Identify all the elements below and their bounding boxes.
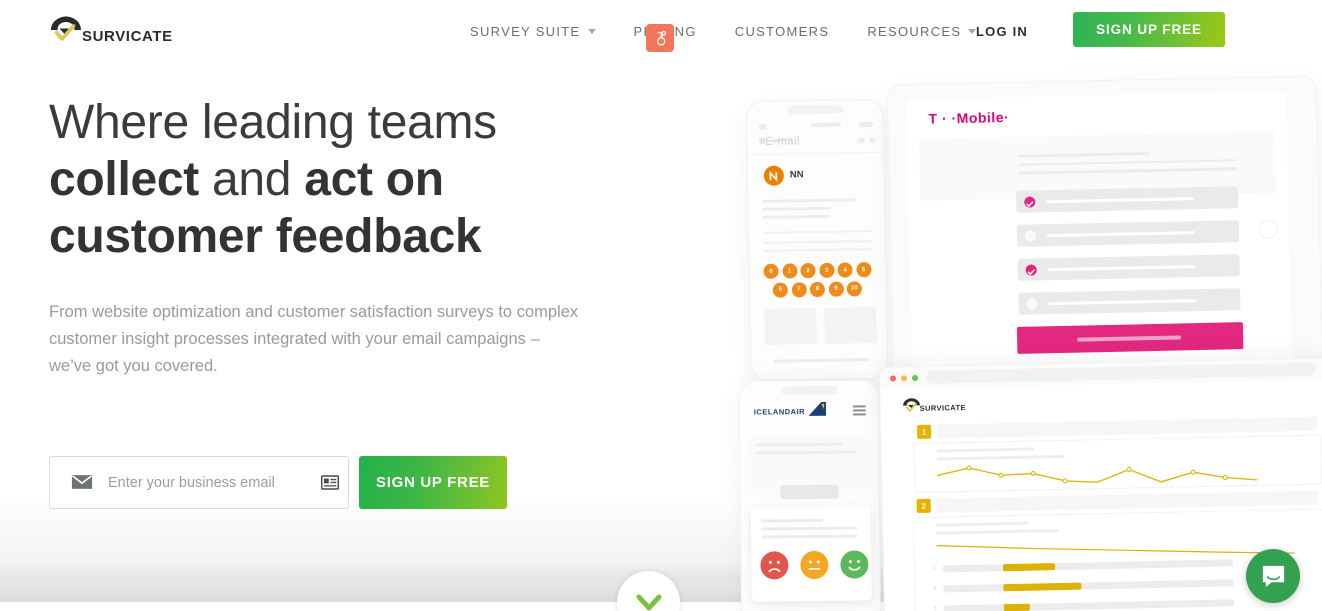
email-input[interactable] — [108, 474, 288, 491]
page-root: E-mail NN 0 1 2 3 4 5 6 7 8 9 10 T · ·Mo… — [0, 0, 1322, 611]
nav-label: RESOURCES — [867, 23, 962, 39]
envelope-icon — [71, 475, 93, 489]
dashboard-logo: SURVICATE — [900, 396, 966, 415]
checkbox-checked-icon[interactable] — [1025, 263, 1037, 276]
nps-option[interactable]: 7 — [791, 281, 807, 297]
hamburger-icon[interactable] — [852, 405, 866, 416]
hero-illustration: E-mail NN 0 1 2 3 4 5 6 7 8 9 10 T · ·Mo… — [700, 62, 1322, 611]
rating-card — [750, 506, 872, 602]
sad-face-icon[interactable] — [760, 551, 789, 580]
nps-option[interactable]: 6 — [772, 282, 788, 298]
section-badge: 1 — [917, 424, 932, 439]
headline-line-1: Where leading teams — [49, 96, 497, 149]
survey-option-row[interactable] — [1018, 288, 1241, 315]
email-screen-title: E-mail — [765, 135, 800, 148]
tablet-screen: T · ·Mobile· — [906, 91, 1292, 382]
survey-option-row[interactable] — [1016, 220, 1240, 247]
nps-scale: 0 1 2 3 4 5 6 7 8 9 10 — [763, 262, 876, 301]
nav-item-resources[interactable]: RESOURCES — [867, 23, 977, 39]
headline-emph-collect: collect — [49, 153, 199, 206]
nav-item-customers[interactable]: CUSTOMERS — [735, 24, 830, 39]
survey-option-row[interactable] — [1016, 186, 1239, 213]
nav-item-survey-suite[interactable]: SURVEY SUITE — [470, 24, 596, 39]
nps-option[interactable]: 2 — [800, 263, 816, 279]
nps-option[interactable]: 5 — [855, 262, 872, 278]
bar-3 — [1003, 603, 1030, 611]
nn-logo-icon — [763, 165, 785, 186]
signup-form: SIGN UP FREE — [49, 456, 507, 509]
checkbox-unchecked-icon[interactable] — [1026, 297, 1038, 310]
intercom-launcher-button[interactable] — [1246, 549, 1300, 603]
question-text-placeholder — [1017, 150, 1238, 180]
line-chart — [936, 465, 1258, 484]
window-minimize-dot[interactable] — [900, 375, 908, 382]
nav-label: SURVEY SUITE — [470, 23, 581, 39]
nps-option[interactable]: 4 — [837, 262, 853, 278]
neutral-face-icon[interactable] — [800, 550, 829, 580]
signup-button-header[interactable]: SIGN UP FREE — [1073, 12, 1225, 47]
dashboard-logo-text: SURVICATE — [919, 402, 966, 413]
nps-row-2: 6 7 8 9 10 — [772, 280, 876, 298]
email-input-wrapper[interactable] — [49, 456, 349, 509]
nps-option[interactable]: 3 — [818, 262, 835, 278]
chevron-down-icon — [636, 594, 661, 610]
browser-address-bar[interactable] — [925, 362, 1317, 384]
main-navigation: SURVEY SUITE PRICING CUSTOMERS RESOURCES — [470, 0, 1014, 62]
checkbox-checked-icon[interactable] — [1024, 195, 1036, 208]
headline-emph-act-on: act on — [304, 153, 444, 206]
survey-option-row[interactable] — [1017, 254, 1240, 281]
chart-panel-line — [913, 434, 1322, 494]
smiley-rating-group — [760, 550, 869, 580]
headline-conjunction: and — [198, 153, 305, 206]
brand-logo[interactable]: SURVICATE — [48, 13, 177, 47]
phone-notch — [787, 104, 844, 115]
intercom-chat-icon — [1262, 565, 1284, 587]
phone-mockup-rating: ICELANDAIR — [738, 379, 882, 611]
nn-sender-name: NN — [789, 169, 804, 181]
login-link[interactable]: LOG IN — [976, 0, 1028, 62]
page-title: Where leading teams collect and act on c… — [49, 94, 669, 265]
bar-2 — [1003, 582, 1082, 592]
tablet-mockup-survey: T · ·Mobile· — [886, 75, 1322, 395]
site-header: SURVICATE SURVEY SUITE PRICING CUSTOMERS… — [0, 0, 1322, 62]
nps-option[interactable]: 10 — [846, 280, 862, 296]
hero-subcopy: From website optimization and customer s… — [49, 303, 579, 375]
nps-option[interactable]: 1 — [781, 263, 798, 279]
nps-option[interactable]: 8 — [809, 281, 825, 297]
survicate-logo-icon — [48, 15, 84, 45]
nav-label: CUSTOMERS — [734, 23, 830, 39]
chevron-down-icon — [587, 28, 596, 34]
brand-name: SURVICATE — [82, 27, 173, 45]
tmobile-logo: T · ·Mobile· — [928, 108, 1010, 127]
window-close-dot[interactable] — [889, 375, 897, 382]
icelandair-tail-icon — [808, 401, 827, 416]
section-badge: 2 — [916, 498, 931, 514]
survey-submit-button[interactable] — [1016, 322, 1244, 354]
phone-mockup-email: E-mail NN 0 1 2 3 4 5 6 7 8 9 10 — [745, 98, 889, 382]
nps-option[interactable]: 9 — [828, 281, 844, 297]
icelandair-logo: ICELANDAIR — [753, 407, 806, 417]
contact-card-icon[interactable] — [321, 475, 339, 490]
nps-option[interactable]: 0 — [763, 263, 779, 279]
hubspot-sprocket-icon[interactable] — [646, 24, 674, 52]
checkbox-unchecked-icon[interactable] — [1024, 229, 1037, 242]
happy-face-icon[interactable] — [840, 550, 869, 579]
headline-line-3: customer feedback — [49, 210, 482, 263]
bar-1 — [1002, 563, 1056, 572]
signup-button-hero[interactable]: SIGN UP FREE — [359, 456, 507, 509]
window-maximize-dot[interactable] — [911, 374, 919, 382]
tablet-home-button — [1258, 219, 1279, 239]
nps-row-1: 0 1 2 3 4 5 — [763, 262, 875, 279]
